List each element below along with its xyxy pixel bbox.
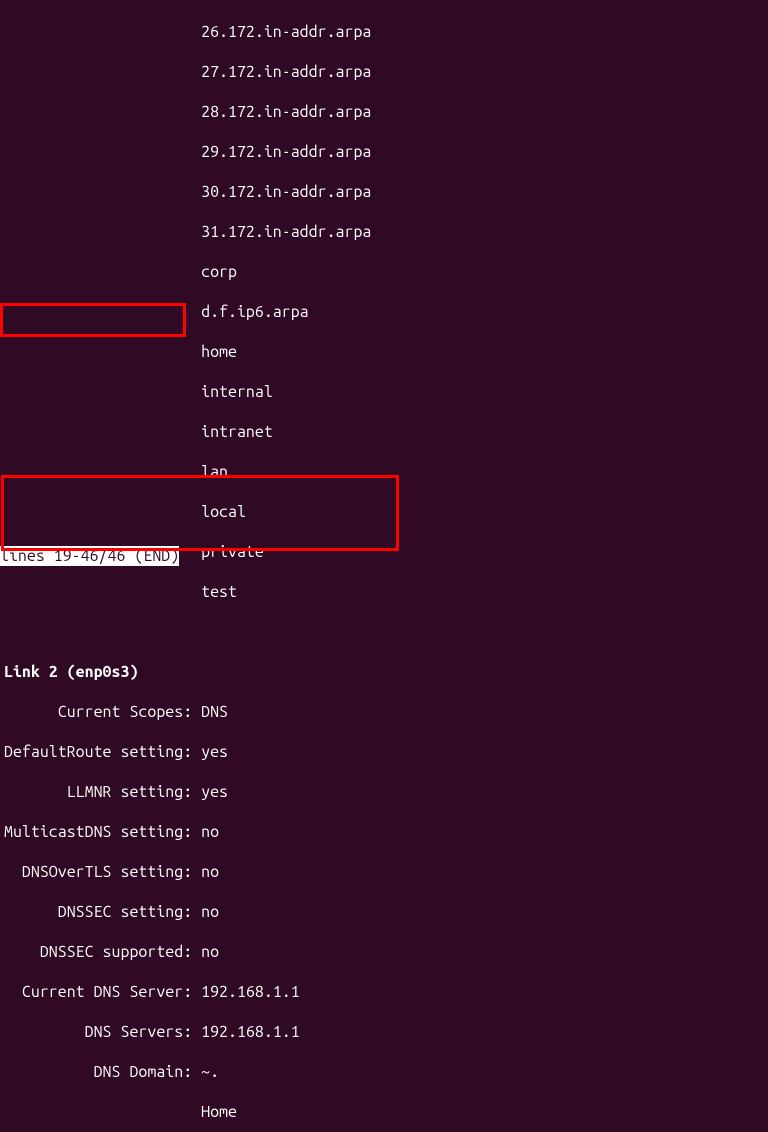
terminal-output[interactable]: 26.172.in-addr.arpa 27.172.in-addr.arpa … [0,0,768,1132]
blank-line [4,622,764,642]
dns-domain-extra: Home [4,1102,764,1122]
dns-servers-row: DNS Servers: 192.168.1.1 [4,1022,764,1042]
domain-entry: 31.172.in-addr.arpa [4,222,764,242]
dnsovertls-row: DNSOverTLS setting: no [4,862,764,882]
domain-entry: lan [4,462,764,482]
domain-entry: home [4,342,764,362]
domain-entry: 27.172.in-addr.arpa [4,62,764,82]
dns-domain-row: DNS Domain: ~. [4,1062,764,1082]
domain-entry: 28.172.in-addr.arpa [4,102,764,122]
current-dns-server-row: Current DNS Server: 192.168.1.1 [4,982,764,1002]
domain-entry: d.f.ip6.arpa [4,302,764,322]
domain-entry: local [4,502,764,522]
domain-entry: test [4,582,764,602]
multicastdns-row: MulticastDNS setting: no [4,822,764,842]
dnssec-row: DNSSEC setting: no [4,902,764,922]
domain-entry: 29.172.in-addr.arpa [4,142,764,162]
domain-entry: corp [4,262,764,282]
pager-status[interactable]: lines 19-46/46 (END) [0,546,179,566]
scopes-row: Current Scopes: DNS [4,702,764,722]
defaultroute-row: DefaultRoute setting: yes [4,742,764,762]
llmnr-row: LLMNR setting: yes [4,782,764,802]
domain-entry: 30.172.in-addr.arpa [4,182,764,202]
domain-entry: 26.172.in-addr.arpa [4,22,764,42]
link-header: Link 2 (enp0s3) [4,662,764,682]
dnssecsup-row: DNSSEC supported: no [4,942,764,962]
domain-entry: intranet [4,422,764,442]
domain-entry: internal [4,382,764,402]
